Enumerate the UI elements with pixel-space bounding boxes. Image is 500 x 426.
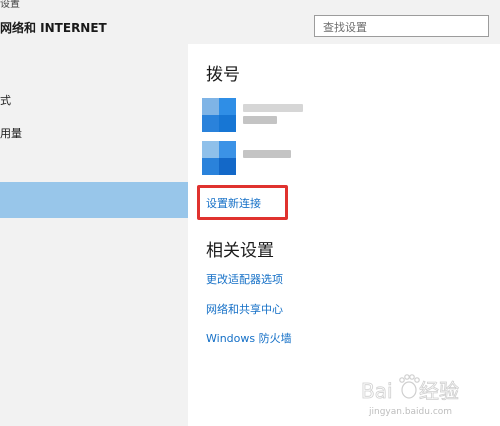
- sidebar-item-data-usage[interactable]: 用量: [0, 125, 22, 141]
- page-title: 网络和 INTERNET: [0, 21, 107, 35]
- dialup-heading: 拨号: [206, 65, 240, 85]
- connection-name-redacted[interactable]: [243, 104, 303, 112]
- sidebar: 式 用量: [0, 44, 188, 426]
- search-placeholder: 查找设置: [323, 21, 367, 34]
- svg-text:jingyan.baidu.com: jingyan.baidu.com: [368, 407, 452, 417]
- baidu-watermark-logo: Bai 经验 jingyan.baidu.com: [355, 372, 495, 420]
- windows-firewall-link[interactable]: Windows 防火墙: [206, 330, 292, 346]
- network-sharing-center-link[interactable]: 网络和共享中心: [206, 301, 283, 317]
- search-input[interactable]: 查找设置: [314, 15, 489, 37]
- window-top-text: 设置: [0, 0, 20, 10]
- svg-text:Bai: Bai: [361, 379, 393, 403]
- highlight-box: [197, 185, 288, 220]
- change-adapter-options-link[interactable]: 更改适配器选项: [206, 271, 283, 287]
- connection-name-redacted[interactable]: [243, 150, 291, 158]
- connection-detail-redacted: [243, 116, 277, 124]
- sidebar-item-mode[interactable]: 式: [0, 92, 11, 108]
- sidebar-item-dialup-selected[interactable]: [0, 182, 188, 218]
- svg-text:经验: 经验: [419, 379, 459, 403]
- related-settings-heading: 相关设置: [206, 241, 274, 261]
- title-bar: 设置 网络和 INTERNET 查找设置: [0, 0, 500, 44]
- connection-icon[interactable]: [202, 98, 236, 132]
- connection-icon[interactable]: [202, 141, 236, 175]
